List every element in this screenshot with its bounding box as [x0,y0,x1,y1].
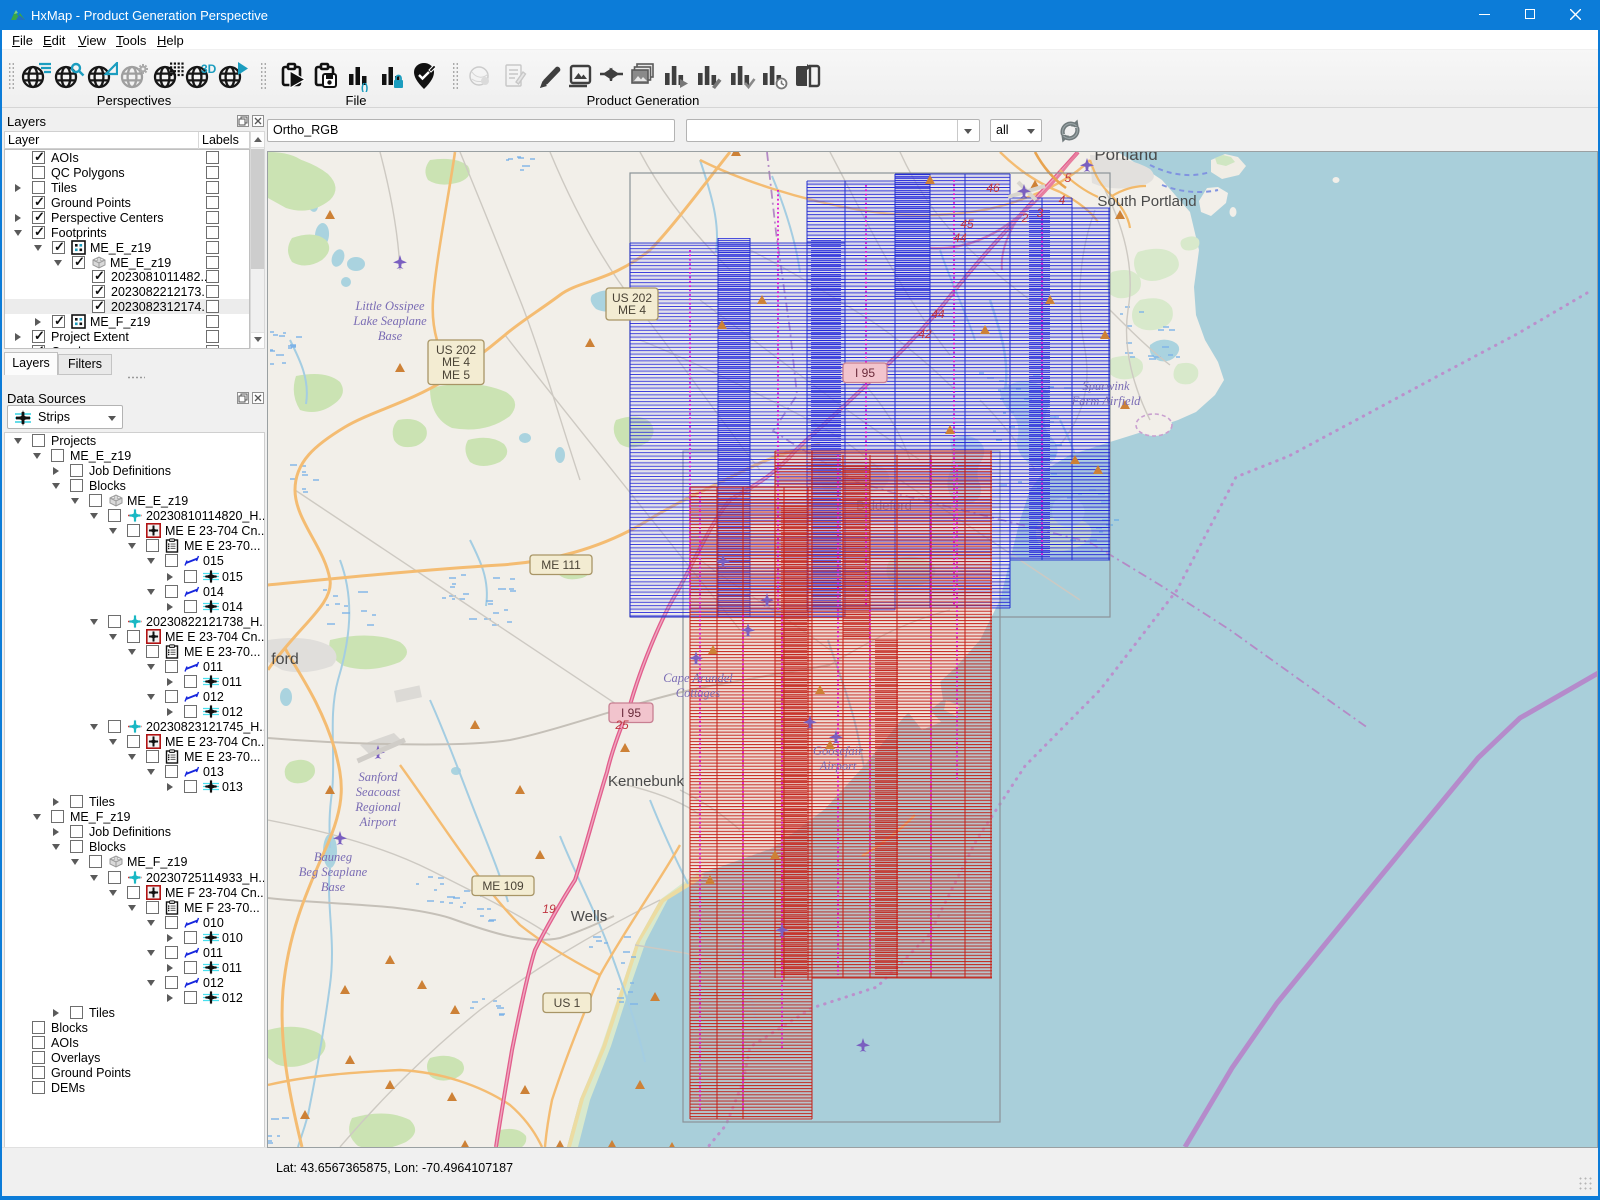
svg-text:Regional: Regional [354,800,401,814]
svg-text:Spurwink: Spurwink [1082,379,1130,393]
svg-text:ME 111: ME 111 [541,558,581,572]
svg-text:Cape Arundel: Cape Arundel [663,671,733,685]
svg-text:Little Ossipee: Little Ossipee [354,299,425,313]
svg-text:ME 4: ME 4 [618,303,646,317]
svg-text:3D: 3D [201,62,216,76]
svg-text:Bauneg: Bauneg [314,850,352,864]
svg-text:Cottages: Cottages [676,686,721,700]
svg-text:Airport: Airport [819,759,857,773]
svg-text:Farm Airfield: Farm Airfield [1071,394,1142,408]
svg-text:Beg Seaplane: Beg Seaplane [299,865,368,879]
svg-text:Seacoast: Seacoast [356,785,401,799]
svg-text:Sanford: Sanford [358,770,398,784]
svg-text:19: 19 [542,902,556,916]
svg-text:44: 44 [931,307,945,321]
svg-text:ME 5: ME 5 [442,368,470,382]
svg-text:5: 5 [1065,171,1072,185]
svg-text:ME 109: ME 109 [482,879,524,893]
svg-text:2: 2 [1021,211,1029,225]
svg-text:Lake Seaplane: Lake Seaplane [352,314,427,328]
svg-text:42: 42 [918,327,932,341]
svg-text:(): () [361,82,369,92]
svg-text:Goosefair: Goosefair [813,744,863,758]
svg-text:Base: Base [378,329,403,343]
svg-text:ford: ford [271,651,299,668]
svg-text:Base: Base [321,880,346,894]
svg-text:44: 44 [953,231,967,245]
svg-text:Kennebunk: Kennebunk [608,773,684,790]
svg-text:46: 46 [986,181,1000,195]
svg-text:ME 4: ME 4 [442,355,470,369]
svg-text:4: 4 [1059,193,1066,207]
svg-text:US 1: US 1 [554,996,581,1010]
svg-text:25: 25 [614,718,629,732]
svg-text:Portland: Portland [1094,152,1157,164]
svg-text:45: 45 [960,217,974,231]
svg-text:South Portland: South Portland [1097,193,1196,210]
svg-text:Wells: Wells [571,908,607,925]
svg-text:I 95: I 95 [855,366,875,380]
svg-text:3: 3 [1037,206,1044,220]
svg-text:Airport: Airport [359,815,397,829]
